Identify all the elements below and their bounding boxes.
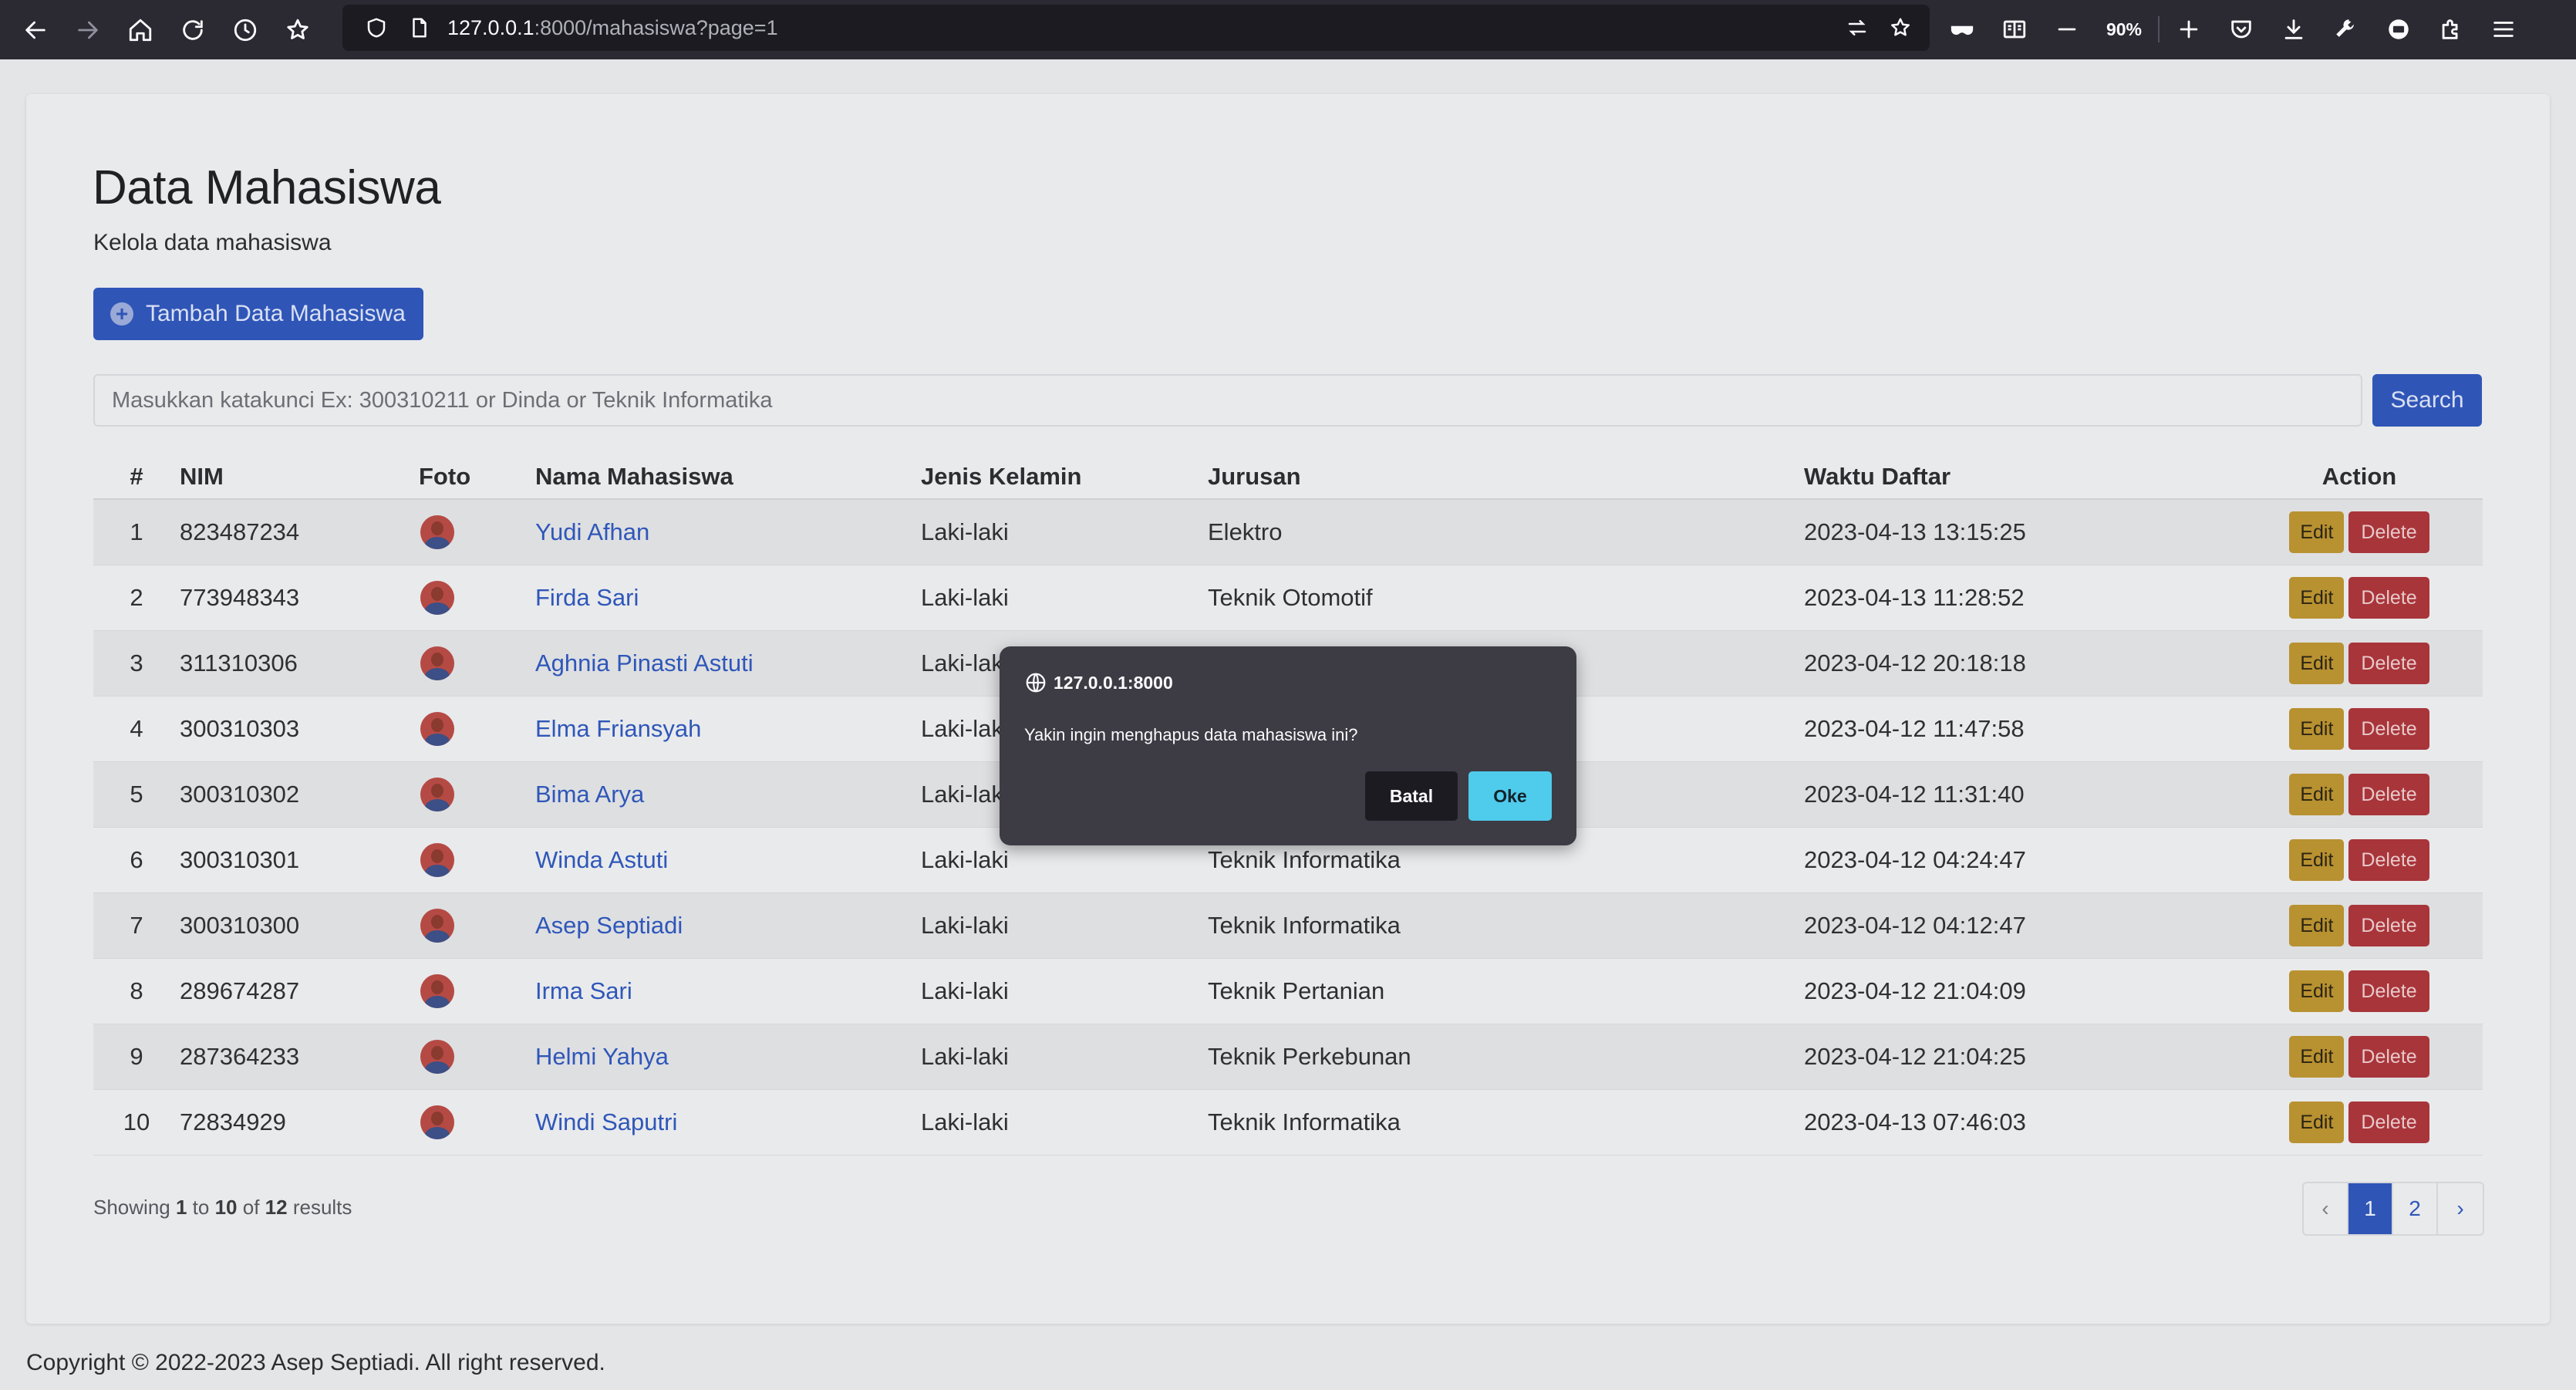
url-text[interactable]: 127.0.0.1:8000/mahasiswa?page=1: [447, 16, 778, 40]
reload-icon[interactable]: [167, 7, 219, 53]
globe-icon: [1026, 673, 1046, 693]
zoom-out-icon[interactable]: [2041, 6, 2093, 52]
history-icon[interactable]: [219, 7, 271, 53]
download-icon[interactable]: [2267, 6, 2320, 52]
pocket-icon[interactable]: [2215, 6, 2267, 52]
url-bar[interactable]: 127.0.0.1:8000/mahasiswa?page=1: [342, 5, 1930, 51]
home-icon[interactable]: [114, 7, 167, 53]
zoom-level[interactable]: 90%: [2093, 19, 2155, 40]
dialog-ok-button[interactable]: Oke: [1468, 771, 1552, 821]
shield-icon[interactable]: [355, 6, 398, 49]
confirm-dialog: 127.0.0.1:8000 Yakin ingin menghapus dat…: [1000, 646, 1576, 845]
mask-icon[interactable]: [1936, 6, 1988, 52]
back-icon[interactable]: [9, 7, 62, 53]
dialog-origin-text: 127.0.0.1:8000: [1054, 672, 1173, 693]
extension-badge-icon[interactable]: [2372, 6, 2425, 52]
star-icon[interactable]: [1879, 6, 1922, 49]
translate-icon[interactable]: [1836, 6, 1879, 49]
extensions-puzzle-icon[interactable]: [2425, 6, 2477, 52]
wrench-icon[interactable]: [2320, 6, 2372, 52]
menu-icon[interactable]: [2477, 6, 2530, 52]
dialog-cancel-button[interactable]: Batal: [1365, 771, 1458, 821]
bookmark-star-icon[interactable]: [271, 7, 324, 53]
browser-toolbar: 127.0.0.1:8000/mahasiswa?page=1 90%: [0, 0, 2576, 59]
dialog-message: Yakin ingin menghapus data mahasiswa ini…: [1024, 725, 1358, 744]
page-icon[interactable]: [398, 6, 441, 49]
zoom-in-icon[interactable]: [2163, 6, 2215, 52]
toolbar-separator: [2158, 16, 2160, 42]
forward-icon[interactable]: [62, 7, 114, 53]
dialog-origin: 127.0.0.1:8000: [1024, 671, 1173, 694]
reader-view-icon[interactable]: [1988, 6, 2041, 52]
